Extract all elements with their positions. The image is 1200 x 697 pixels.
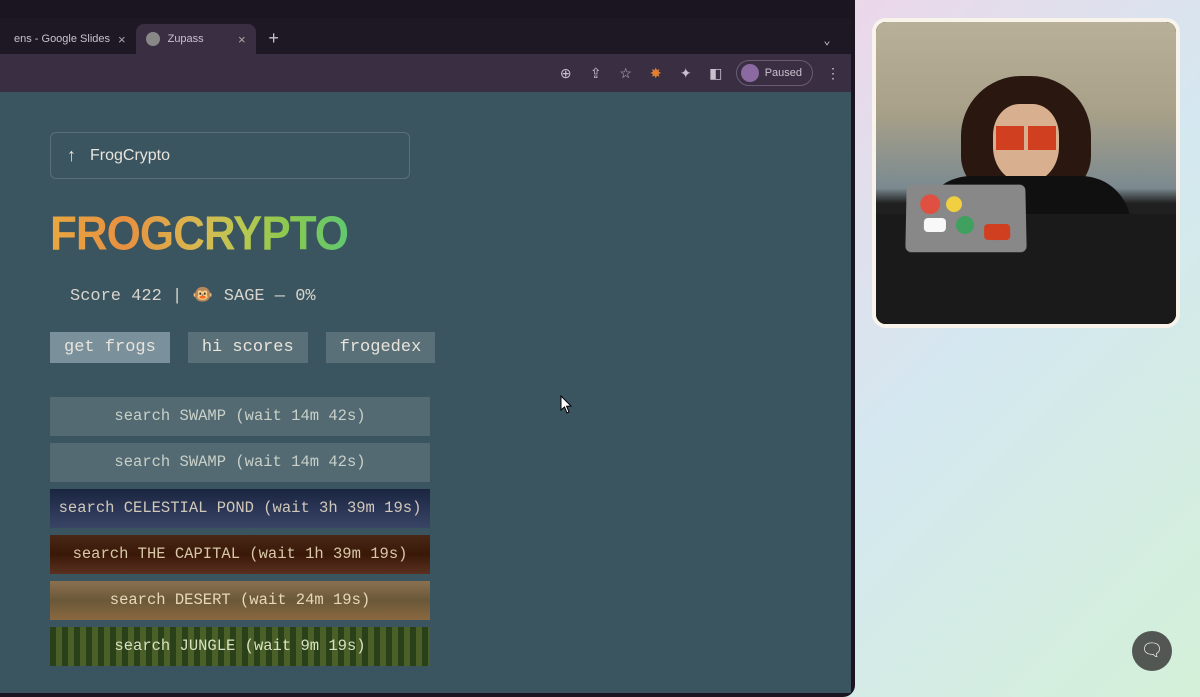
extension-icon[interactable]: ✸	[646, 63, 666, 83]
search-list: search SWAMP (wait 14m 42s) search SWAMP …	[50, 397, 430, 666]
close-icon[interactable]: ×	[118, 32, 126, 47]
favicon-icon	[146, 32, 160, 46]
side-panel-icon[interactable]: ◧	[706, 63, 726, 83]
logo: FROGCRYPTO	[50, 207, 348, 262]
close-icon[interactable]: ×	[238, 32, 246, 47]
action-row: get frogs hi scores frogedex	[50, 332, 801, 363]
search-button[interactable]: search DESERT (wait 24m 19s)	[50, 581, 430, 620]
search-button[interactable]: search THE CAPITAL (wait 1h 39m 19s)	[50, 535, 430, 574]
kebab-menu-icon[interactable]: ⋮	[823, 63, 843, 83]
tab-zupass[interactable]: Zupass ×	[136, 24, 256, 54]
search-button[interactable]: search CELESTIAL POND (wait 3h 39m 19s)	[50, 489, 430, 528]
webcam-scene	[876, 22, 1176, 324]
share-icon[interactable]: ⇪	[586, 63, 606, 83]
plus-icon: +	[268, 30, 279, 50]
back-header-button[interactable]: ↑ FrogCrypto	[50, 132, 410, 179]
arrow-up-icon: ↑	[67, 145, 76, 166]
profile-state: Paused	[765, 67, 802, 79]
browser-window: ens - Google Slides × Zupass × + ⌄ ⊕ ⇪ ☆…	[0, 0, 855, 697]
page-content: ↑ FrogCrypto FROGCRYPTO Score 422 | 🐵 SA…	[0, 92, 851, 693]
zoom-icon[interactable]: ⊕	[556, 63, 576, 83]
tab-title: ens - Google Slides	[14, 33, 110, 45]
avatar-icon	[741, 64, 759, 82]
search-button[interactable]: search SWAMP (wait 14m 42s)	[50, 443, 430, 482]
new-tab-button[interactable]: +	[260, 26, 288, 54]
tab-google-slides[interactable]: ens - Google Slides ×	[4, 24, 136, 54]
browser-toolbar: ⊕ ⇪ ☆ ✸ ✦ ◧ Paused ⋮	[0, 54, 851, 92]
captions-button[interactable]: 🗨	[1132, 631, 1172, 671]
search-button[interactable]: search SWAMP (wait 14m 42s)	[50, 397, 430, 436]
laptop	[905, 185, 1026, 253]
mouse-cursor-icon	[560, 395, 574, 415]
tabs-dropdown-button[interactable]: ⌄	[813, 26, 841, 54]
chevron-down-icon: ⌄	[823, 33, 830, 48]
frogcrypto-app: ↑ FrogCrypto FROGCRYPTO Score 422 | 🐵 SA…	[0, 92, 851, 693]
get-frogs-button[interactable]: get frogs	[50, 332, 170, 363]
bookmark-star-icon[interactable]: ☆	[616, 63, 636, 83]
extensions-puzzle-icon[interactable]: ✦	[676, 63, 696, 83]
tab-strip: ens - Google Slides × Zupass × + ⌄	[0, 18, 851, 54]
hi-scores-button[interactable]: hi scores	[188, 332, 308, 363]
page-title: FrogCrypto	[90, 147, 170, 165]
frogedex-button[interactable]: frogedex	[326, 332, 436, 363]
search-button[interactable]: search JUNGLE (wait 9m 19s)	[50, 627, 430, 666]
tab-title: Zupass	[168, 33, 230, 45]
captions-icon: 🗨	[1141, 640, 1164, 662]
webcam-overlay	[872, 18, 1180, 328]
profile-button[interactable]: Paused	[736, 60, 813, 86]
score-line: Score 422 | 🐵 SAGE — 0%	[70, 285, 801, 306]
os-menubar	[0, 0, 851, 18]
